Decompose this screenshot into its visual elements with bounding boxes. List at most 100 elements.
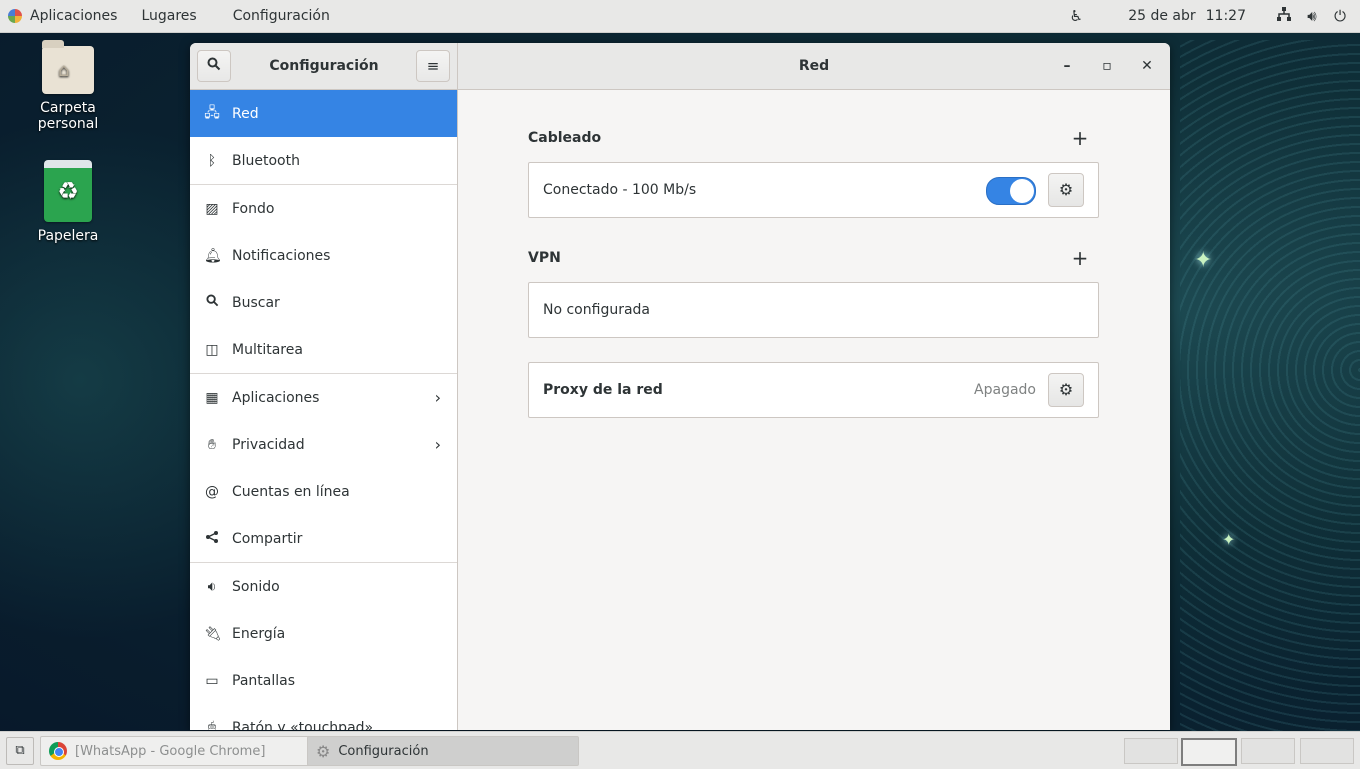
search-icon — [207, 57, 221, 75]
clock-time: 11:27 — [1205, 8, 1246, 24]
bottom-taskbar: ⧉ [WhatsApp - Google Chrome] ⚙ Configura… — [0, 731, 1360, 769]
sidebar-item-privacidad[interactable]: ✋︎ Privacidad › — [190, 421, 457, 468]
search-button[interactable] — [197, 50, 231, 82]
sidebar-item-red[interactable]: 🖧︎ Red — [190, 90, 457, 137]
sidebar-title: Configuración — [269, 58, 379, 74]
sidebar-item-multitarea[interactable]: ◫ Multitarea — [190, 326, 457, 374]
add-wired-button[interactable]: + — [1070, 126, 1090, 150]
monitor-icon: ▭ — [205, 672, 219, 689]
show-desktop-button[interactable]: ⧉ — [6, 737, 34, 765]
active-app-label: Configuración — [232, 8, 330, 24]
top-bar: Aplicaciones Lugares Configuración ♿ 25 … — [0, 0, 1360, 33]
trash-icon: ♻ — [44, 160, 92, 222]
show-desktop-icon: ⧉ — [15, 743, 25, 758]
applications-menu[interactable]: Aplicaciones — [0, 0, 125, 32]
close-icon: ✕ — [1141, 58, 1153, 74]
sidebar-item-compartir[interactable]: Compartir — [190, 515, 457, 563]
vpn-section-title: VPN — [528, 250, 561, 266]
wired-connection-row: Conectado - 100 Mb/s ⚙ — [528, 162, 1099, 218]
settings-window: Configuración ≡ Red – ▫ ✕ 🖧︎ Red ᛒ Bluet… — [190, 43, 1170, 730]
sidebar-item-aplicaciones[interactable]: ▦ Aplicaciones › — [190, 374, 457, 421]
share-icon — [204, 530, 220, 548]
minimize-icon: – — [1063, 58, 1071, 74]
sidebar-item-cuentas[interactable]: @ Cuentas en línea — [190, 468, 457, 515]
close-button[interactable]: ✕ — [1137, 56, 1157, 76]
sidebar-item-label: Bluetooth — [232, 152, 300, 169]
places-menu[interactable]: Lugares — [133, 0, 204, 32]
gear-icon: ⚙ — [1058, 380, 1074, 399]
sidebar-item-buscar[interactable]: Buscar — [190, 279, 457, 326]
sidebar: 🖧︎ Red ᛒ Bluetooth ▨ Fondo 🔔︎ Notificaci… — [190, 90, 458, 730]
accessibility-icon[interactable]: ♿ — [1062, 7, 1090, 25]
clock[interactable]: 25 de abr 11:27 — [1120, 0, 1254, 32]
sidebar-item-pantallas[interactable]: ▭ Pantallas — [190, 657, 457, 704]
task-configuracion[interactable]: ⚙ Configuración — [307, 736, 579, 766]
chevron-right-icon: › — [434, 435, 441, 454]
search-icon — [204, 294, 220, 311]
sidebar-item-label: Compartir — [232, 530, 303, 547]
workspace-3[interactable] — [1241, 738, 1295, 764]
volume-icon[interactable]: 🔊︎ — [1298, 7, 1326, 25]
wired-section-title: Cableado — [528, 130, 602, 146]
desktop-icon-home[interactable]: ⌂ Carpeta personal — [8, 40, 128, 132]
sidebar-item-label: Sonido — [232, 578, 280, 595]
desktop-icon-label: Carpeta personal — [37, 100, 99, 132]
proxy-label: Proxy de la red — [543, 382, 663, 398]
power-icon[interactable]: ⏻ — [1326, 7, 1354, 25]
sidebar-item-label: Fondo — [232, 200, 275, 217]
sidebar-header: Configuración ≡ — [190, 43, 458, 89]
toggle-knob — [1010, 179, 1034, 203]
sidebar-item-label: Pantallas — [232, 672, 295, 689]
gear-icon: ⚙ — [1058, 180, 1074, 199]
sidebar-item-fondo[interactable]: ▨ Fondo — [190, 185, 457, 232]
clock-date: 25 de abr — [1128, 8, 1196, 24]
task-label: [WhatsApp - Google Chrome] — [75, 743, 266, 759]
network-icon: 🖧︎ — [204, 104, 220, 121]
workspace-2[interactable] — [1181, 738, 1237, 766]
minimize-button[interactable]: – — [1057, 56, 1077, 76]
multitask-icon: ◫ — [205, 341, 219, 358]
star-decoration: ✦ — [1194, 248, 1213, 273]
sidebar-item-notificaciones[interactable]: 🔔︎ Notificaciones — [190, 232, 457, 279]
sidebar-item-label: Ratón y «touchpad» — [232, 719, 374, 731]
task-whatsapp-chrome[interactable]: [WhatsApp - Google Chrome] — [40, 736, 312, 766]
network-status-icon[interactable] — [1270, 7, 1298, 25]
mouse-icon: 🖱︎ — [207, 719, 217, 731]
desktop-icon-trash[interactable]: ♻ Papelera — [8, 160, 128, 244]
desktop-icon-label: Papelera — [37, 228, 99, 244]
bell-icon: 🔔︎ — [204, 247, 222, 264]
workspace-1[interactable] — [1124, 738, 1178, 764]
places-label: Lugares — [141, 8, 197, 24]
sidebar-item-label: Aplicaciones — [232, 389, 320, 406]
sidebar-item-label: Energía — [232, 625, 286, 642]
sidebar-item-energia[interactable]: 🔌︎ Energía — [190, 610, 457, 657]
sidebar-item-raton[interactable]: 🖱︎ Ratón y «touchpad» — [190, 704, 457, 731]
wired-settings-button[interactable]: ⚙ — [1048, 173, 1084, 207]
wired-status: Conectado - 100 Mb/s — [543, 182, 697, 198]
maximize-button[interactable]: ▫ — [1097, 56, 1117, 76]
plus-icon: + — [1071, 126, 1089, 150]
chrome-icon — [49, 742, 67, 760]
workspace-4[interactable] — [1300, 738, 1354, 764]
proxy-settings-button[interactable]: ⚙ — [1048, 373, 1084, 407]
header-bar: Configuración ≡ Red – ▫ ✕ — [190, 43, 1170, 90]
applications-label: Aplicaciones — [30, 8, 118, 24]
grid-icon: ▦ — [205, 389, 219, 406]
speaker-icon: 🔉︎ — [207, 578, 217, 595]
wired-toggle[interactable] — [986, 177, 1036, 205]
hamburger-icon: ≡ — [426, 57, 440, 75]
active-app-menu[interactable]: Configuración — [225, 0, 338, 32]
image-icon: ▨ — [205, 200, 219, 217]
settings-icon: ⚙ — [316, 741, 331, 761]
proxy-row[interactable]: Proxy de la red Apagado ⚙ — [528, 362, 1099, 418]
menu-button[interactable]: ≡ — [416, 50, 450, 82]
hand-icon: ✋︎ — [208, 436, 216, 453]
add-vpn-button[interactable]: + — [1070, 246, 1090, 270]
sidebar-item-bluetooth[interactable]: ᛒ Bluetooth — [190, 137, 457, 185]
plus-icon: + — [1071, 246, 1089, 270]
background-swirl — [1180, 40, 1360, 740]
sidebar-item-label: Red — [232, 105, 259, 122]
bluetooth-icon: ᛒ — [207, 152, 217, 169]
home-folder-icon: ⌂ — [42, 40, 94, 94]
sidebar-item-sonido[interactable]: 🔉︎ Sonido — [190, 563, 457, 610]
